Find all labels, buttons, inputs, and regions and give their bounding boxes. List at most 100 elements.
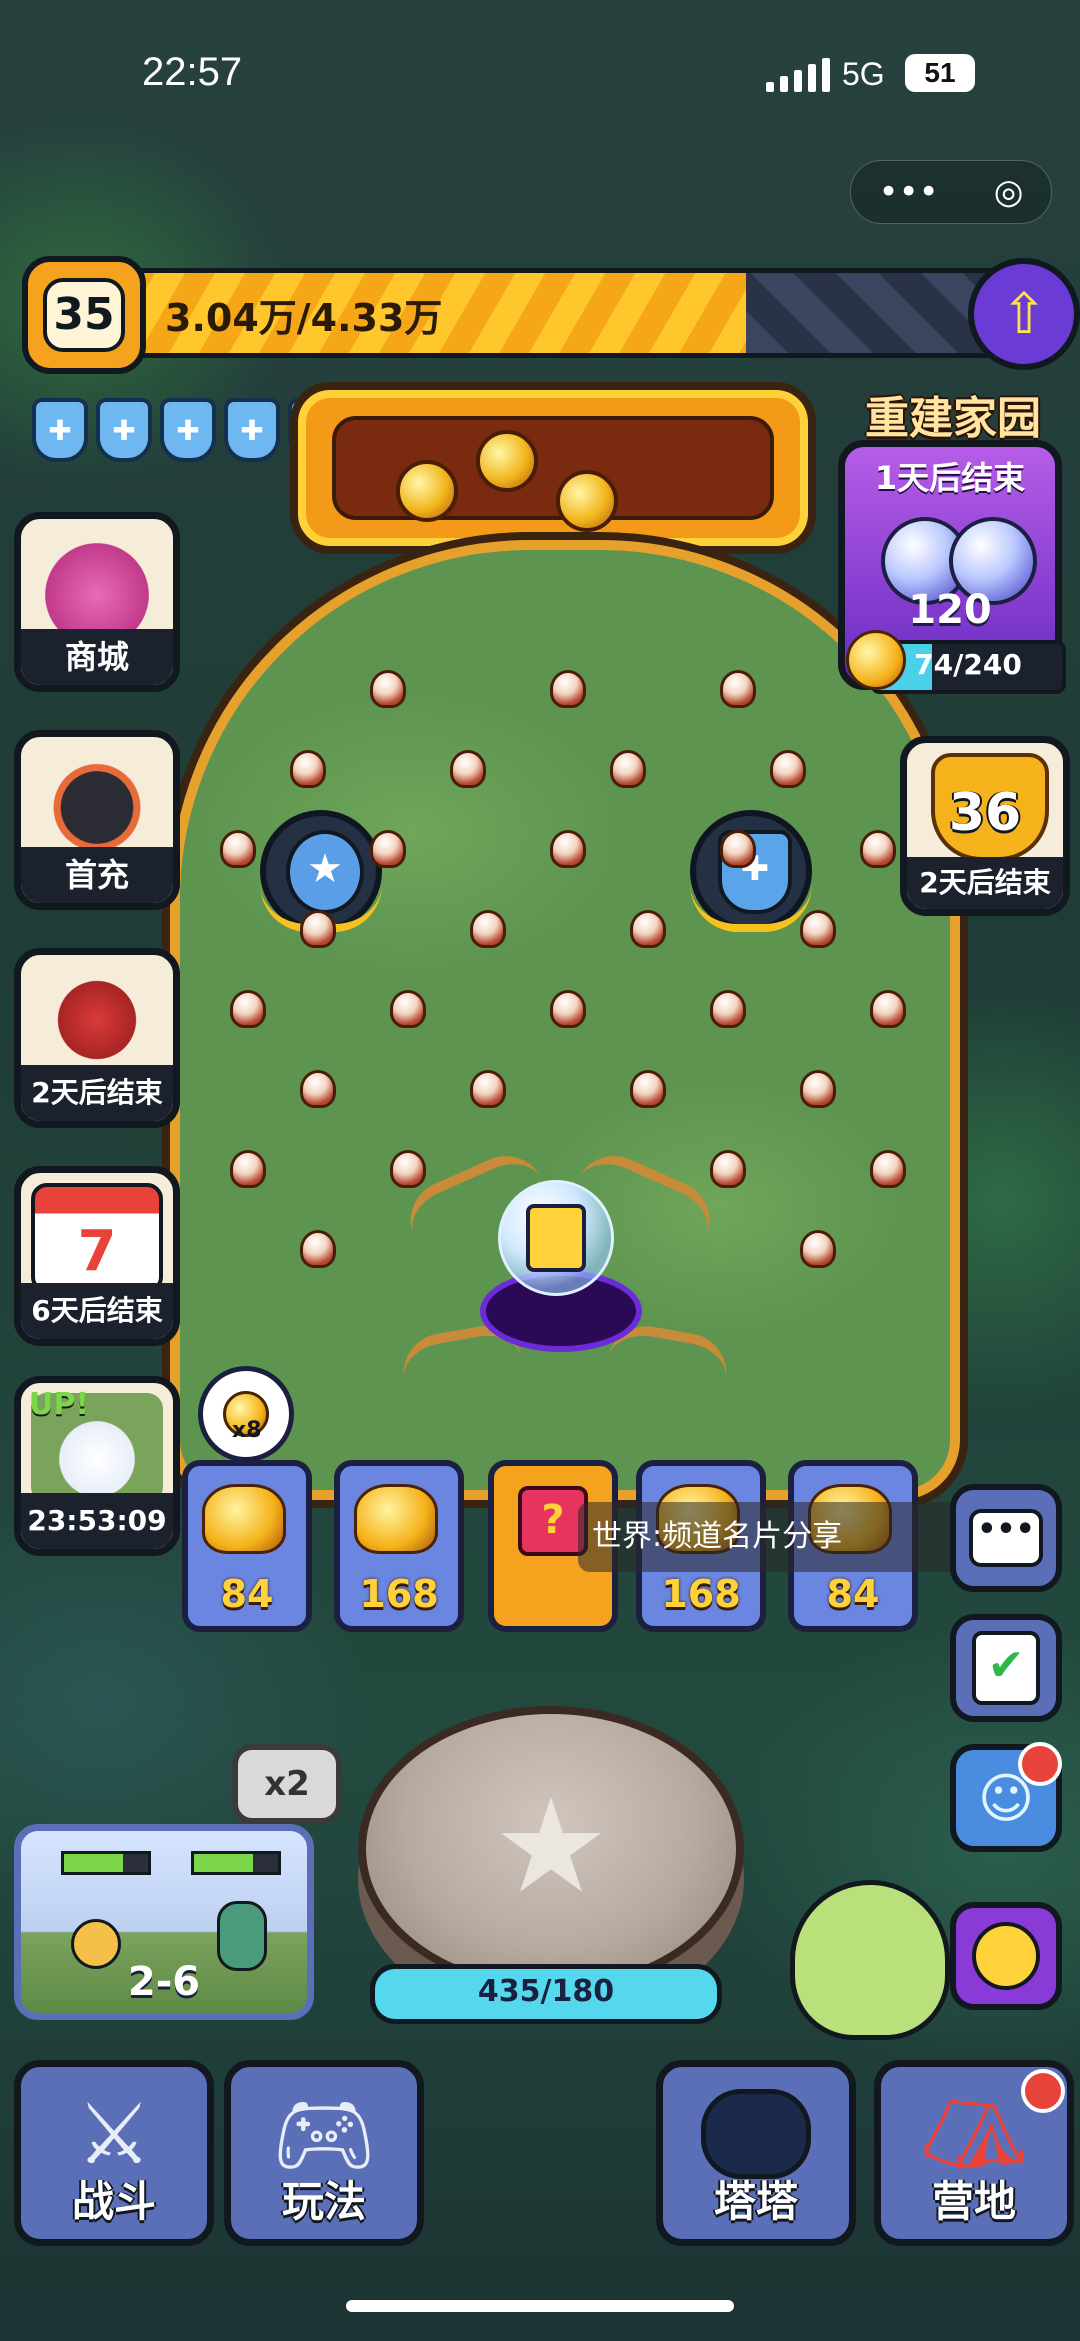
fish-cat-timer: 23:53:09	[21, 1493, 173, 1549]
shield-icon: ✚	[224, 398, 280, 462]
dog-character-icon	[31, 747, 163, 857]
battery-icon: 51	[905, 54, 975, 92]
shield-icon: ✚	[32, 398, 88, 462]
notification-dot	[1021, 2069, 1065, 2113]
red-bird-icon	[31, 965, 163, 1075]
peg	[630, 910, 666, 948]
peg	[370, 670, 406, 708]
peg	[220, 830, 256, 868]
launch-energy-bar: 435/180	[370, 1964, 722, 2024]
bonus-item-bubble[interactable]	[198, 1366, 294, 1462]
home-indicator	[346, 2300, 734, 2312]
coins-icon	[354, 1484, 438, 1554]
slot-value: 84	[220, 1572, 274, 1616]
slot-value: 84	[826, 1572, 880, 1616]
peg	[370, 830, 406, 868]
level-number: 35	[43, 278, 125, 352]
stage-preview[interactable]: 2-6	[14, 1824, 314, 2020]
pinball-board: ★ ✚	[170, 540, 960, 1500]
rebuild-title: 重建家园	[865, 393, 1041, 444]
peg	[870, 1150, 906, 1188]
level-badge[interactable]: 35	[22, 256, 146, 374]
notification-dot	[1018, 1742, 1062, 1786]
peg	[630, 1070, 666, 1108]
peg	[800, 1230, 836, 1268]
peg	[390, 1150, 426, 1188]
world-chat-ticker[interactable]: 世界:频道名片分享	[578, 1502, 998, 1572]
chat-bubble-icon: •••	[969, 1509, 1043, 1567]
cat-mascot	[790, 1880, 950, 2040]
peg	[300, 910, 336, 948]
star-icon: ★	[492, 1770, 610, 1922]
calendar-icon: 7	[31, 1183, 163, 1293]
xp-text: 3.04万/4.33万	[165, 296, 443, 340]
slot-value: 168	[359, 1572, 439, 1616]
friends-button[interactable]: ☺	[950, 1742, 1062, 1852]
peg	[710, 1150, 746, 1188]
candy-icon	[476, 430, 538, 492]
first-recharge-label: 首充	[21, 847, 173, 903]
peg	[300, 1230, 336, 1268]
peg	[450, 750, 486, 788]
clipboard-check-icon: ✔	[972, 1631, 1040, 1705]
cat-face-icon	[972, 1922, 1040, 1990]
peg	[390, 990, 426, 1028]
fish-cat-button[interactable]: UP! 23:53:09	[14, 1376, 180, 1556]
rebuild-reward: 120	[908, 587, 992, 633]
trophy-timer: 2天后结束	[907, 857, 1063, 909]
gift-icon	[526, 1204, 586, 1272]
peg	[470, 910, 506, 948]
seven-day-button[interactable]: 7 6天后结束	[14, 1166, 180, 1346]
tasks-button[interactable]: ✔	[950, 1614, 1062, 1722]
nav-tata-label: 塔塔	[713, 2177, 798, 2226]
mini-program-capsule: ••• ◎	[850, 160, 1052, 224]
launch-energy-text: 435/180	[477, 1974, 615, 2009]
launch-button[interactable]: ★	[358, 1706, 744, 1992]
shop-label: 商城	[21, 629, 173, 685]
candy-icon	[556, 470, 618, 532]
shop-button[interactable]: 商城	[14, 512, 180, 692]
peg	[550, 990, 586, 1028]
peg	[770, 750, 806, 788]
candy-icon	[396, 460, 458, 522]
nav-camp-label: 营地	[931, 2177, 1016, 2226]
more-icon[interactable]: •••	[879, 172, 939, 212]
bird-event-button[interactable]: 2天后结束	[14, 948, 180, 1128]
speed-multiplier[interactable]: x2	[232, 1744, 342, 1824]
peg	[230, 1150, 266, 1188]
xp-progress-bar: 3.04万/4.33万	[90, 268, 1030, 358]
bird-event-timer: 2天后结束	[21, 1065, 173, 1121]
chat-button[interactable]: •••	[950, 1484, 1062, 1592]
shield-icon: ✚	[96, 398, 152, 462]
network-type: 5G	[842, 56, 885, 92]
hero-hp-bar	[61, 1851, 151, 1875]
peg	[470, 1070, 506, 1108]
peg	[800, 910, 836, 948]
nav-camp[interactable]: ⛺︎ 营地	[874, 2060, 1074, 2246]
nav-tata[interactable]: 塔塔	[656, 2060, 856, 2246]
seven-day-timer: 6天后结束	[21, 1283, 173, 1339]
peg	[230, 990, 266, 1028]
peg	[550, 830, 586, 868]
peg	[710, 990, 746, 1028]
star-icon: ★	[286, 830, 364, 914]
peg	[870, 990, 906, 1028]
prize-marquee	[290, 382, 816, 554]
gift-bubble[interactable]	[498, 1180, 614, 1296]
peg	[720, 670, 756, 708]
trophy-event-button[interactable]: 36 2天后结束	[900, 736, 1070, 916]
shop-basket-icon	[31, 529, 163, 639]
up-badge: UP!	[29, 1387, 90, 1422]
status-time: 22:57	[142, 50, 243, 94]
nav-gameplay-label: 玩法	[281, 2177, 366, 2226]
nav-gameplay[interactable]: 🎮︎ 玩法	[224, 2060, 424, 2246]
nav-battle[interactable]: ⚔ 战斗	[14, 2060, 214, 2246]
shield-bumper: ✚	[690, 810, 812, 932]
cat-hero-button[interactable]	[950, 1902, 1062, 2010]
first-recharge-button[interactable]: 首充	[14, 730, 180, 910]
level-up-icon[interactable]: ⇧	[968, 258, 1080, 370]
close-icon[interactable]: ◎	[994, 172, 1024, 212]
marquee-screen	[332, 416, 774, 532]
peg	[300, 1070, 336, 1108]
signal-icon	[766, 58, 830, 92]
